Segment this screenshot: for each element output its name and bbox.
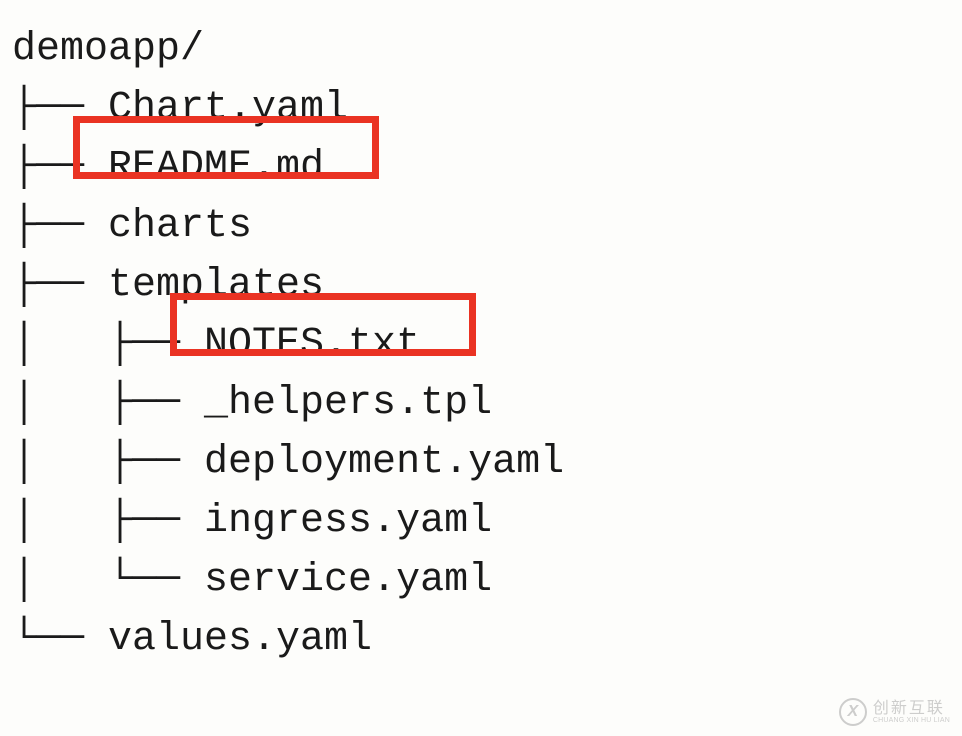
file-name: _helpers.tpl	[204, 381, 492, 426]
tree-prefix: ├──	[12, 204, 108, 249]
tree-item: ├── charts	[12, 197, 962, 256]
watermark-text: 创新互联 CHUANG XIN HU LIAN	[873, 701, 950, 724]
watermark-main: 创新互联	[873, 701, 950, 717]
tree-item: │ ├── ingress.yaml	[12, 492, 962, 551]
watermark-sub: CHUANG XIN HU LIAN	[873, 717, 950, 724]
tree-item: │ ├── deployment.yaml	[12, 433, 962, 492]
tree-item: │ └── service.yaml	[12, 551, 962, 610]
tree-prefix: │ ├──	[12, 440, 204, 485]
tree-item: │ ├── NOTES.txt	[12, 315, 962, 374]
tree-prefix: │ ├──	[12, 381, 204, 426]
tree-prefix: ├──	[12, 86, 108, 131]
tree-prefix: │ └──	[12, 558, 204, 603]
file-name: Chart.yaml	[108, 86, 348, 131]
folder-name: templates	[108, 263, 324, 308]
file-name: NOTES.txt	[204, 322, 420, 367]
watermark: X 创新互联 CHUANG XIN HU LIAN	[839, 698, 950, 726]
tree-root: demoapp/	[12, 20, 962, 79]
tree-prefix: │ ├──	[12, 322, 204, 367]
tree-prefix: ├──	[12, 263, 108, 308]
tree-item: │ ├── _helpers.tpl	[12, 374, 962, 433]
watermark-icon: X	[839, 698, 867, 726]
tree-item: ├── Chart.yaml	[12, 79, 962, 138]
file-name: service.yaml	[204, 558, 492, 603]
tree-item: ├── templates	[12, 256, 962, 315]
tree-prefix: └──	[12, 617, 108, 662]
file-name: values.yaml	[108, 617, 372, 662]
tree-item: ├── README.md	[12, 138, 962, 197]
file-name: deployment.yaml	[204, 440, 564, 485]
file-name: README.md	[108, 145, 324, 190]
tree-item: └── values.yaml	[12, 610, 962, 669]
tree-prefix: ├──	[12, 145, 108, 190]
tree-prefix: │ ├──	[12, 499, 204, 544]
folder-name: charts	[108, 204, 252, 249]
file-name: ingress.yaml	[204, 499, 492, 544]
